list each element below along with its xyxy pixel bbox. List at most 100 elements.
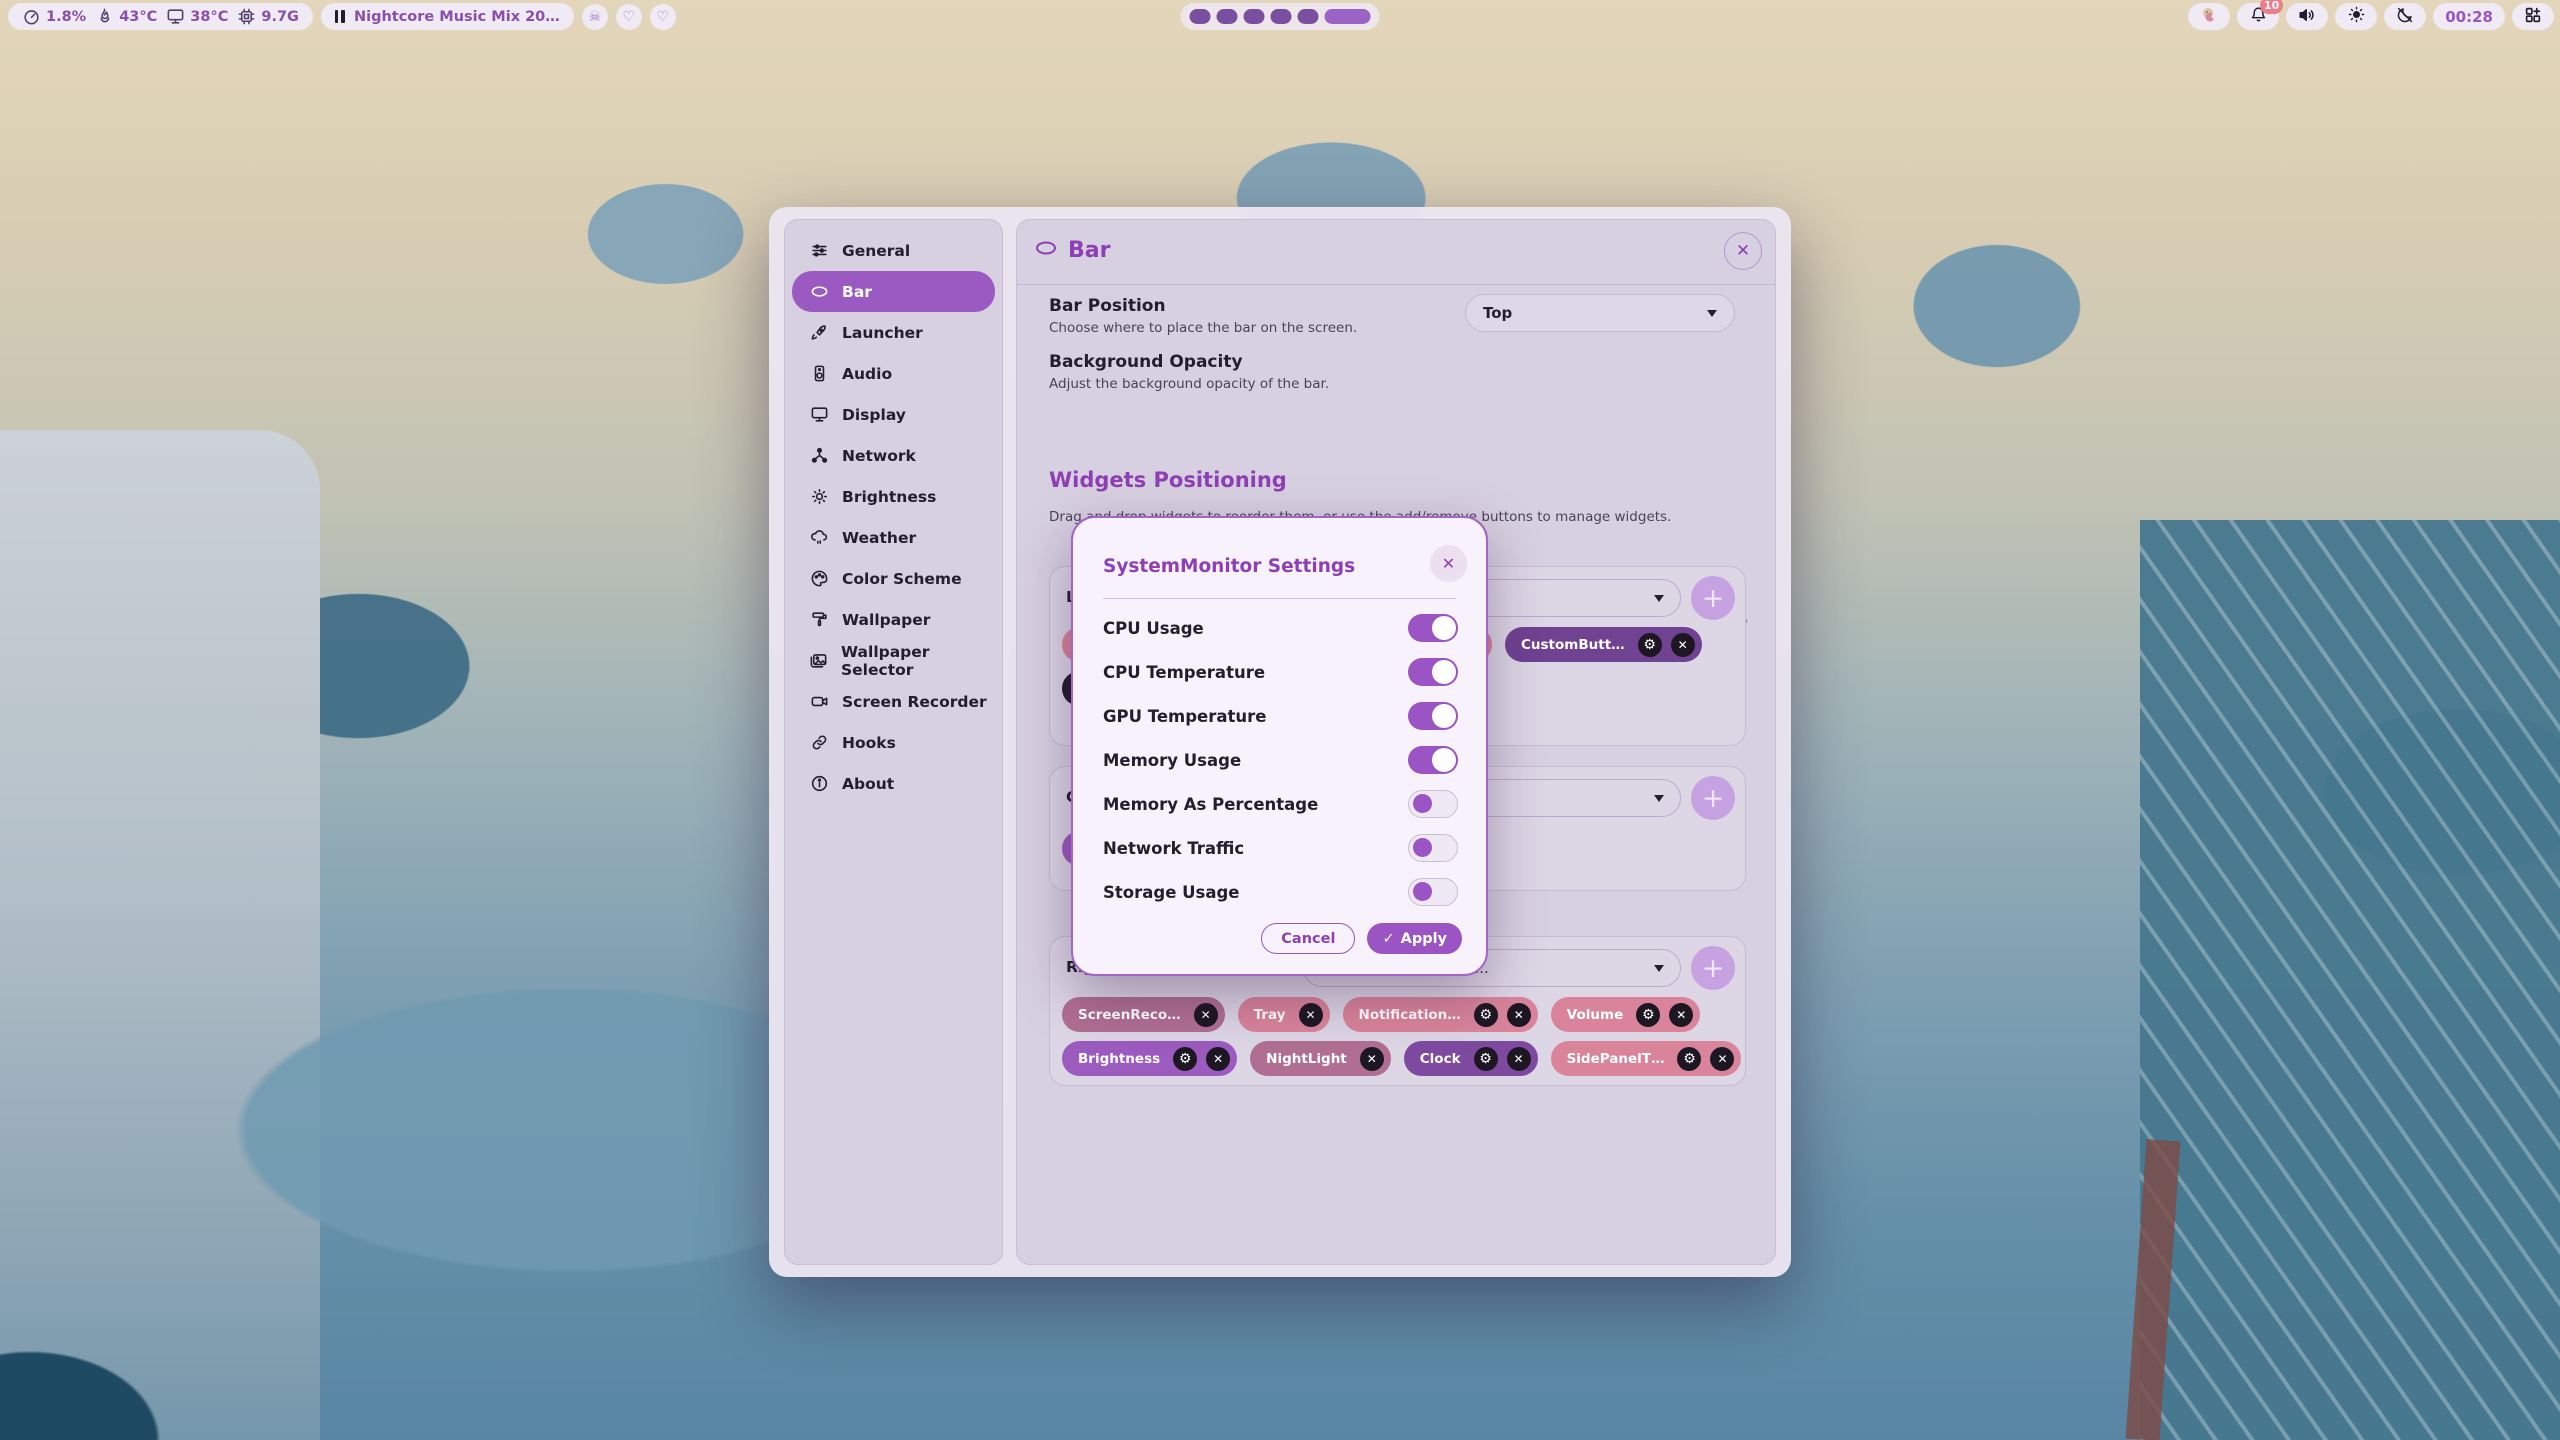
volume-button[interactable]	[2286, 3, 2328, 30]
sidebar-item-launcher[interactable]: Launcher	[792, 312, 995, 353]
toggle-label: Network Traffic	[1103, 839, 1244, 858]
skull-button[interactable]: ☠	[582, 4, 608, 30]
add-widget-button[interactable]: +	[1691, 576, 1735, 620]
updates-icon	[2200, 6, 2218, 28]
remove-icon[interactable]: ✕	[1299, 1003, 1323, 1027]
sidebar-item-color-scheme[interactable]: Color Scheme	[792, 558, 995, 599]
heart-button[interactable]: ♡	[650, 4, 676, 30]
workspace-dot-6[interactable]	[1325, 9, 1371, 24]
gear-icon[interactable]: ⚙	[1173, 1047, 1197, 1071]
sidebar-item-label: Weather	[842, 529, 916, 547]
toggle-row-memory-as-percentage: Memory As Percentage	[1103, 782, 1458, 826]
recorder-icon	[809, 692, 829, 712]
wallpaper-bush	[0, 1280, 300, 1440]
remove-icon[interactable]: ✕	[1671, 633, 1695, 657]
workspace-indicator[interactable]	[1181, 3, 1380, 30]
remove-icon[interactable]: ✕	[1360, 1047, 1384, 1071]
media-pill[interactable]: Nightcore Music Mix 20…	[321, 3, 574, 30]
stat-value: 9.7G	[261, 9, 299, 25]
remove-icon[interactable]: ✕	[1194, 1003, 1218, 1027]
toggle-switch[interactable]	[1408, 746, 1458, 774]
workspace-dot-2[interactable]	[1217, 9, 1238, 24]
widget-chip-screenreco[interactable]: ScreenReco…✕	[1062, 997, 1225, 1032]
sidebar-item-network[interactable]: Network	[792, 435, 995, 476]
nightlight-button[interactable]	[2384, 3, 2426, 30]
bar-position-dropdown[interactable]: Top	[1465, 294, 1735, 332]
sidebar-item-wallpaper-selector[interactable]: Wallpaper Selector	[792, 640, 995, 681]
widget-chip-tray[interactable]: Tray✕	[1238, 997, 1330, 1032]
sidebar-item-weather[interactable]: Weather	[792, 517, 995, 558]
sidebar-item-audio[interactable]: Audio	[792, 353, 995, 394]
sidebar-item-label: Wallpaper	[842, 611, 930, 629]
window-close-button[interactable]: ✕	[1724, 232, 1762, 270]
remove-icon[interactable]: ✕	[1710, 1047, 1734, 1071]
clock-text: 00:28	[2445, 8, 2493, 26]
modal-title: SystemMonitor Settings	[1103, 556, 1355, 577]
toggle-row-storage-usage: Storage Usage	[1103, 870, 1458, 914]
gear-icon[interactable]: ⚙	[1677, 1047, 1701, 1071]
sidebar-item-general[interactable]: General	[792, 230, 995, 271]
gear-icon[interactable]: ⚙	[1636, 1003, 1660, 1027]
systemmonitor-modal: SystemMonitor Settings ✕ CPU UsageCPU Te…	[1071, 516, 1488, 976]
add-widget-button[interactable]: +	[1691, 776, 1735, 820]
notifications-button[interactable]: 10	[2237, 3, 2279, 30]
apply-button[interactable]: ✓ Apply	[1367, 923, 1462, 954]
sidebar-item-brightness[interactable]: Brightness	[792, 476, 995, 517]
workspace-dot-1[interactable]	[1190, 9, 1211, 24]
sliders-icon	[809, 241, 829, 261]
widgets-positioning-title: Widgets Positioning	[1049, 468, 1287, 492]
sidebar-item-screen-recorder[interactable]: Screen Recorder	[792, 681, 995, 722]
brightness-icon	[809, 487, 829, 507]
sidebar-item-about[interactable]: About	[792, 763, 995, 804]
toggle-switch[interactable]	[1408, 834, 1458, 862]
heart-button[interactable]: ♡	[616, 4, 642, 30]
toggle-label: CPU Temperature	[1103, 663, 1265, 682]
page-title: Bar	[1068, 238, 1110, 263]
bar-position-label: Bar Position	[1049, 296, 1166, 316]
toggle-label: Storage Usage	[1103, 883, 1239, 902]
workspace-dot-4[interactable]	[1271, 9, 1292, 24]
close-icon: ✕	[1442, 554, 1455, 573]
toggle-switch[interactable]	[1408, 790, 1458, 818]
cancel-button[interactable]: Cancel	[1261, 923, 1355, 954]
toggle-switch[interactable]	[1408, 658, 1458, 686]
remove-icon[interactable]: ✕	[1507, 1003, 1531, 1027]
sidebar-item-wallpaper[interactable]: Wallpaper	[792, 599, 995, 640]
stat-monitor: 38°C	[166, 7, 228, 26]
gear-icon[interactable]: ⚙	[1474, 1003, 1498, 1027]
workspace-dot-5[interactable]	[1298, 9, 1319, 24]
widget-chip-clock[interactable]: Clock⚙✕	[1404, 1041, 1538, 1076]
sidebar-item-label: Wallpaper Selector	[841, 643, 995, 679]
gear-icon[interactable]: ⚙	[1638, 633, 1662, 657]
gear-icon[interactable]: ⚙	[1474, 1047, 1498, 1071]
display-icon	[809, 405, 829, 425]
sidebar-item-display[interactable]: Display	[792, 394, 995, 435]
remove-icon[interactable]: ✕	[1507, 1047, 1531, 1071]
modal-close-button[interactable]: ✕	[1430, 545, 1467, 582]
skull-icon: ☠	[589, 9, 602, 25]
sidebar-item-bar[interactable]: Bar	[792, 271, 995, 312]
widget-chip-notification[interactable]: Notification…⚙✕	[1343, 997, 1538, 1032]
widget-chip-custombutt[interactable]: CustomButt…⚙✕	[1505, 627, 1702, 662]
widget-chip-sidepanelt[interactable]: SidePanelT…⚙✕	[1551, 1041, 1742, 1076]
add-widget-button[interactable]: +	[1691, 946, 1735, 990]
notification-badge: 10	[2260, 0, 2283, 14]
toggle-switch[interactable]	[1408, 878, 1458, 906]
updates-button[interactable]	[2188, 3, 2230, 30]
toggle-switch[interactable]	[1408, 614, 1458, 642]
media-title: Nightcore Music Mix 20…	[354, 9, 560, 25]
remove-icon[interactable]: ✕	[1206, 1047, 1230, 1071]
sidebar-item-hooks[interactable]: Hooks	[792, 722, 995, 763]
stat-chip: 9.7G	[237, 7, 299, 26]
system-stats-pill[interactable]: 1.8%43°C38°C9.7G	[8, 3, 313, 30]
plus-icon: +	[1702, 953, 1725, 984]
widget-chip-volume[interactable]: Volume⚙✕	[1551, 997, 1700, 1032]
overview-button[interactable]	[2512, 3, 2554, 30]
workspace-dot-3[interactable]	[1244, 9, 1265, 24]
clock-pill[interactable]: 00:28	[2433, 3, 2505, 30]
widget-chip-nightlight[interactable]: NightLight✕	[1250, 1041, 1391, 1076]
toggle-switch[interactable]	[1408, 702, 1458, 730]
remove-icon[interactable]: ✕	[1669, 1003, 1693, 1027]
brightness-button[interactable]	[2335, 3, 2377, 30]
widget-chip-brightness[interactable]: Brightness⚙✕	[1062, 1041, 1237, 1076]
